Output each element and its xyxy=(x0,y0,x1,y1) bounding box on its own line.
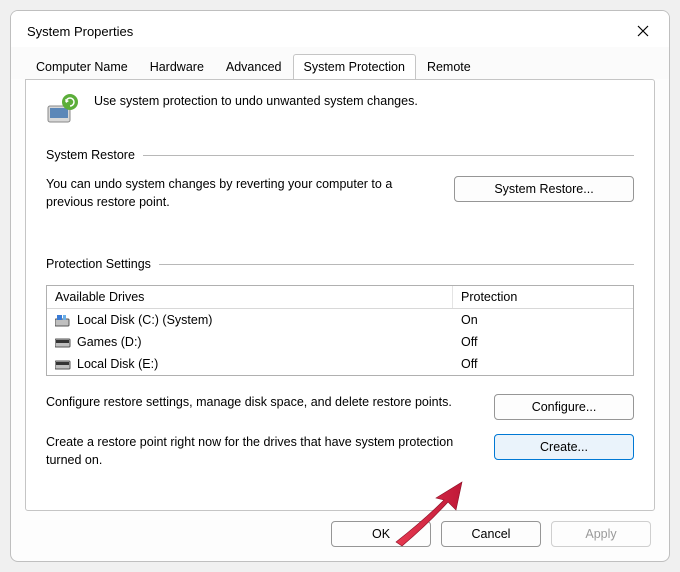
tab-advanced[interactable]: Advanced xyxy=(215,54,293,80)
tab-system-protection[interactable]: System Protection xyxy=(293,54,416,80)
create-button[interactable]: Create... xyxy=(494,434,634,460)
close-icon xyxy=(637,25,649,37)
drive-name-cell: Local Disk (E:) xyxy=(47,355,453,373)
col-header-drives[interactable]: Available Drives xyxy=(47,286,453,308)
ok-button[interactable]: OK xyxy=(331,521,431,547)
disk-icon xyxy=(55,337,71,347)
tab-panel: Use system protection to undo unwanted s… xyxy=(25,79,655,511)
divider xyxy=(159,264,634,265)
create-desc: Create a restore point right now for the… xyxy=(46,434,480,469)
system-restore-row: You can undo system changes by reverting… xyxy=(46,176,634,211)
table-row[interactable]: Local Disk (E:) Off xyxy=(47,353,633,375)
disk-icon xyxy=(55,359,71,369)
drive-name-cell: Games (D:) xyxy=(47,333,453,351)
drive-protection-cell: Off xyxy=(453,355,633,373)
table-row[interactable]: Local Disk (C:) (System) On xyxy=(47,309,633,331)
drives-table: Available Drives Protection Local Disk (… xyxy=(46,285,634,376)
col-header-protection[interactable]: Protection xyxy=(453,286,633,308)
protection-settings-title: Protection Settings xyxy=(46,257,151,271)
window-title: System Properties xyxy=(27,24,133,39)
system-properties-dialog: System Properties Computer Name Hardware… xyxy=(10,10,670,562)
create-row: Create a restore point right now for the… xyxy=(46,434,634,469)
tab-strip: Computer Name Hardware Advanced System P… xyxy=(11,47,669,79)
system-disk-icon xyxy=(55,315,71,325)
system-restore-title: System Restore xyxy=(46,148,135,162)
tab-remote[interactable]: Remote xyxy=(416,54,482,80)
intro-text: Use system protection to undo unwanted s… xyxy=(94,92,418,108)
titlebar: System Properties xyxy=(11,11,669,47)
tab-computer-name[interactable]: Computer Name xyxy=(25,54,139,80)
configure-desc: Configure restore settings, manage disk … xyxy=(46,394,480,412)
apply-button[interactable]: Apply xyxy=(551,521,651,547)
protection-settings-header: Protection Settings xyxy=(46,257,634,271)
cancel-button[interactable]: Cancel xyxy=(441,521,541,547)
drive-name-label: Local Disk (C:) (System) xyxy=(77,313,212,327)
drive-protection-cell: On xyxy=(453,311,633,329)
dialog-buttons: OK Cancel Apply xyxy=(11,521,669,561)
configure-button[interactable]: Configure... xyxy=(494,394,634,420)
divider xyxy=(143,155,634,156)
drive-name-cell: Local Disk (C:) (System) xyxy=(47,311,453,329)
drive-protection-cell: Off xyxy=(453,333,633,351)
close-button[interactable] xyxy=(629,19,657,43)
system-restore-button[interactable]: System Restore... xyxy=(454,176,634,202)
configure-row: Configure restore settings, manage disk … xyxy=(46,394,634,420)
table-row[interactable]: Games (D:) Off xyxy=(47,331,633,353)
intro-row: Use system protection to undo unwanted s… xyxy=(46,92,634,126)
system-protection-icon xyxy=(46,92,80,126)
system-restore-desc: You can undo system changes by reverting… xyxy=(46,176,440,211)
tab-hardware[interactable]: Hardware xyxy=(139,54,215,80)
drives-table-header: Available Drives Protection xyxy=(47,286,633,309)
drive-name-label: Games (D:) xyxy=(77,335,142,349)
system-restore-header: System Restore xyxy=(46,148,634,162)
drive-name-label: Local Disk (E:) xyxy=(77,357,158,371)
